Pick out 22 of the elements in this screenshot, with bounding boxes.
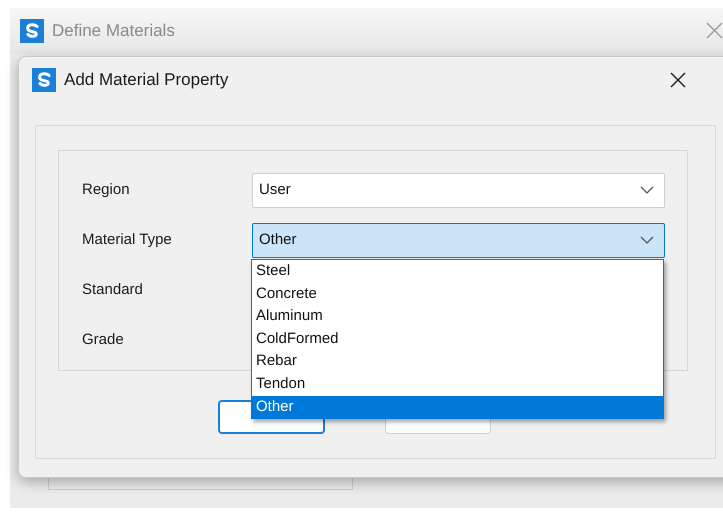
dropdown-option[interactable]: ColdFormed — [252, 328, 663, 350]
dropdown-option[interactable]: Concrete — [252, 282, 663, 306]
window-title: Define Materials — [52, 20, 175, 42]
app-logo-icon — [20, 19, 44, 43]
field-label: Grade — [82, 330, 125, 350]
chevron-down-icon — [640, 236, 654, 244]
dropdown-option[interactable]: Other — [252, 396, 663, 418]
field-label: Standard — [82, 280, 144, 300]
chevron-down-icon — [640, 186, 654, 194]
dropdown-option[interactable]: Steel — [252, 260, 663, 283]
dropdown-option[interactable]: Tendon — [252, 372, 663, 396]
combo-value: Other — [259, 230, 297, 250]
app-logo-icon — [32, 68, 56, 92]
close-icon[interactable] — [670, 72, 686, 88]
field-label: Region — [82, 180, 131, 200]
dropdown-option[interactable]: Aluminum — [252, 305, 663, 328]
field-label: Material Type — [82, 230, 173, 250]
dialog-title: Add Material Property — [64, 69, 228, 92]
combo-box[interactable]: Other — [252, 222, 665, 258]
combo-box[interactable]: User — [252, 172, 665, 208]
dropdown-option[interactable]: Rebar — [252, 350, 663, 373]
combo-value: User — [259, 180, 291, 200]
